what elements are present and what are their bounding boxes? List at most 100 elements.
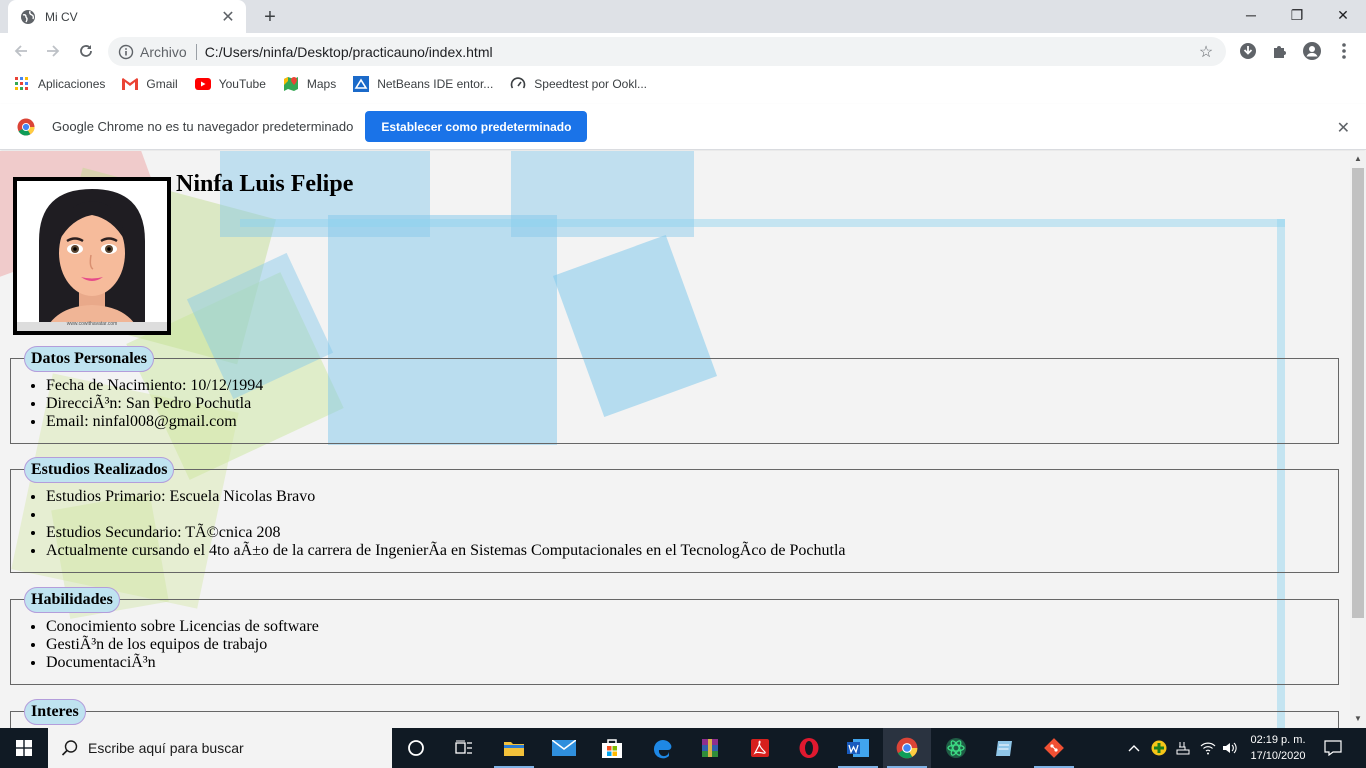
- apps-grid-icon: [14, 76, 30, 92]
- bookmark-label: Speedtest por Ookl...: [534, 77, 648, 91]
- section-estudios-realizados: Estudios Realizados Estudios Primario: E…: [10, 457, 1339, 573]
- list-item: Estudios Secundario: TÃ©cnica 208: [46, 524, 1338, 542]
- scroll-thumb[interactable]: [1352, 168, 1364, 618]
- bookmark-maps[interactable]: Maps: [283, 76, 336, 92]
- back-icon[interactable]: [8, 38, 34, 64]
- taskbar-search[interactable]: Escribe aquí para buscar: [48, 728, 392, 768]
- tray-chevron-up-icon[interactable]: [1124, 728, 1144, 768]
- list-item: [46, 506, 1338, 524]
- acrobat-icon[interactable]: [736, 728, 784, 768]
- profile-photo: www.cowithavatar.com: [13, 177, 171, 335]
- bookmark-star-icon[interactable]: ☆: [1196, 42, 1216, 62]
- file-explorer-icon[interactable]: [490, 728, 538, 768]
- list-item: Conocimiento sobre Licencias de software: [46, 618, 1338, 636]
- bookmarks-bar: Aplicaciones Gmail YouTube Maps NetBeans…: [0, 70, 1366, 98]
- atom-icon[interactable]: [932, 728, 980, 768]
- tab-title: Mi CV: [45, 9, 78, 24]
- taskbar: Escribe aquí para buscar 02:19 p. m. 17/…: [0, 728, 1366, 768]
- git-icon[interactable]: [1030, 728, 1078, 768]
- speedtest-icon: [510, 76, 526, 92]
- battery-plug-icon[interactable]: [1172, 728, 1194, 768]
- tray-app-icon[interactable]: [1148, 728, 1170, 768]
- tab-close-icon[interactable]: ✕: [220, 9, 236, 26]
- windows-start-icon[interactable]: [0, 728, 48, 768]
- list-item: Email: ninfal008@gmail.com: [46, 413, 1338, 431]
- volume-icon[interactable]: [1219, 728, 1241, 768]
- cortana-icon[interactable]: [392, 728, 440, 768]
- maps-icon: [283, 76, 299, 92]
- tab-strip: Mi CV ✕ + ─ ❐ ✕: [0, 0, 1366, 33]
- address-url[interactable]: C:/Users/ninfa/Desktop/practicauno/index…: [205, 44, 1196, 60]
- scroll-up-icon[interactable]: ▲: [1354, 154, 1362, 163]
- list-item: GestiÃ³n de los equipos de trabajo: [46, 636, 1338, 654]
- bookmark-label: Aplicaciones: [38, 77, 106, 91]
- section-title: Habilidades: [24, 587, 120, 613]
- scroll-down-icon[interactable]: ▼: [1354, 714, 1362, 723]
- search-placeholder: Escribe aquí para buscar: [88, 740, 244, 756]
- chrome-logo-icon: [17, 118, 35, 135]
- extensions-icon[interactable]: [1270, 41, 1290, 61]
- browser-toolbar: Archivo C:/Users/ninfa/Desktop/practicau…: [0, 33, 1366, 70]
- list-item: Fecha de Nacimiento: 10/12/1994: [46, 377, 1338, 395]
- download-icon[interactable]: [1238, 41, 1258, 61]
- task-view-icon[interactable]: [440, 728, 488, 768]
- bookmark-apps[interactable]: Aplicaciones: [14, 76, 105, 92]
- search-icon: [61, 740, 78, 756]
- list-item: DocumentaciÃ³n: [46, 654, 1338, 672]
- list-item: Estudios Primario: Escuela Nicolas Bravo: [46, 488, 1338, 506]
- bookmark-label: NetBeans IDE entor...: [377, 77, 494, 91]
- tab-mi-cv[interactable]: Mi CV ✕: [8, 0, 246, 33]
- set-default-button[interactable]: Establecer como predeterminado: [365, 111, 588, 142]
- bookmark-speedtest[interactable]: Speedtest por Ookl...: [510, 76, 647, 92]
- section-habilidades: Habilidades Conocimiento sobre Licencias…: [10, 587, 1339, 685]
- window-close-icon[interactable]: ✕: [1320, 0, 1366, 30]
- mail-icon[interactable]: [540, 728, 588, 768]
- section-datos-personales: Datos Personales Fecha de Nacimiento: 10…: [10, 346, 1339, 444]
- notepad-icon[interactable]: [980, 728, 1028, 768]
- section-interes: Interes: [10, 699, 1339, 728]
- bookmark-netbeans[interactable]: NetBeans IDE entor...: [353, 76, 493, 92]
- section-list: Fecha de Nacimiento: 10/12/1994 DirecciÃ…: [11, 359, 1338, 431]
- section-title: Estudios Realizados: [24, 457, 175, 483]
- list-item: DirecciÃ³n: San Pedro Pochutla: [46, 395, 1338, 413]
- bookmark-label: Maps: [306, 77, 337, 91]
- info-icon[interactable]: [118, 44, 134, 60]
- reload-icon[interactable]: [73, 38, 99, 64]
- photo-caption: www.cowithavatar.com: [66, 321, 118, 327]
- address-bar[interactable]: Archivo C:/Users/ninfa/Desktop/practicau…: [108, 37, 1226, 66]
- page-scrollbar[interactable]: ▲ ▼: [1350, 151, 1366, 728]
- menu-kebab-icon[interactable]: [1334, 41, 1354, 61]
- globe-icon: [21, 9, 35, 24]
- bookmark-label: Gmail: [146, 77, 178, 91]
- notifications-icon[interactable]: [1318, 728, 1348, 768]
- chrome-taskbar-icon[interactable]: [883, 728, 931, 768]
- section-title: Interes: [24, 699, 86, 725]
- avatar-illustration: [17, 181, 167, 331]
- forward-icon[interactable]: [40, 38, 66, 64]
- infobar-close-icon[interactable]: ✕: [1337, 118, 1350, 138]
- list-item: Actualmente cursando el 4to aÃ±o de la c…: [46, 542, 1338, 560]
- clock-time: 02:19 p. m.: [1250, 734, 1306, 746]
- opera-icon[interactable]: [785, 728, 833, 768]
- section-title: Datos Personales: [24, 346, 154, 372]
- new-tab-icon[interactable]: +: [258, 6, 282, 28]
- edge-icon[interactable]: [638, 728, 686, 768]
- profile-icon[interactable]: [1302, 41, 1322, 61]
- bookmark-gmail[interactable]: Gmail: [122, 76, 178, 92]
- minimize-icon[interactable]: ─: [1228, 0, 1274, 30]
- section-list: Conocimiento sobre Licencias de software…: [11, 600, 1338, 672]
- default-browser-infobar: Google Chrome no es tu navegador predete…: [0, 104, 1366, 150]
- system-clock[interactable]: 02:19 p. m. 17/10/2020: [1240, 732, 1316, 764]
- restore-icon[interactable]: ❐: [1274, 0, 1320, 30]
- bookmark-youtube[interactable]: YouTube: [194, 76, 266, 92]
- infobar-message: Google Chrome no es tu navegador predete…: [52, 119, 354, 134]
- page-viewport: www.cowithavatar.com Ninfa Luis Felipe D…: [0, 151, 1350, 728]
- clock-date: 17/10/2020: [1250, 750, 1306, 762]
- store-icon[interactable]: [588, 728, 636, 768]
- wifi-icon[interactable]: [1197, 728, 1219, 768]
- netbeans-icon: [353, 76, 370, 92]
- section-list: Estudios Primario: Escuela Nicolas Bravo…: [11, 470, 1338, 560]
- winrar-icon[interactable]: [686, 728, 734, 768]
- word-icon[interactable]: [834, 728, 882, 768]
- page-title: Ninfa Luis Felipe: [176, 171, 354, 197]
